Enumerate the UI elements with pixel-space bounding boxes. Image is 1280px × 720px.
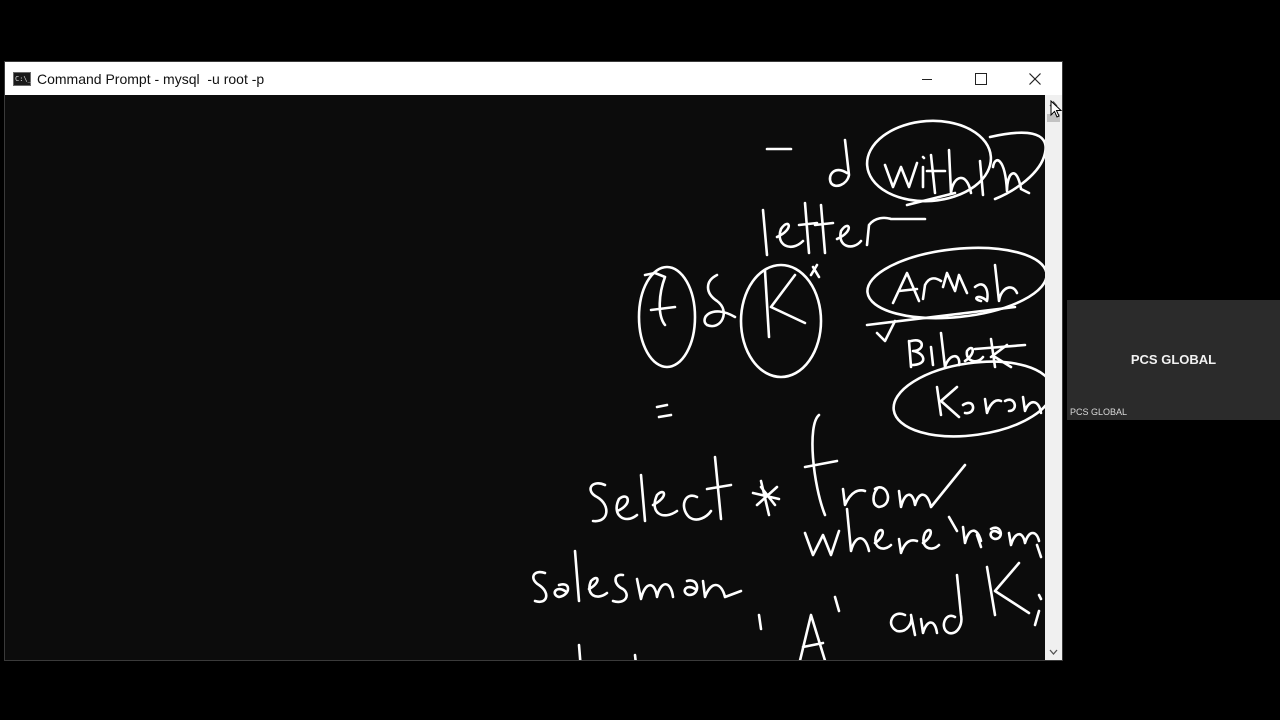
- chevron-down-icon: [1049, 649, 1058, 655]
- close-button[interactable]: [1008, 62, 1062, 95]
- cmd-icon: C:\_: [13, 71, 32, 86]
- participant-caption: PCS GLOBAL: [1070, 407, 1128, 417]
- handwritten-annotation: [532, 119, 1045, 660]
- minimize-icon: [922, 78, 932, 80]
- participant-video-tile[interactable]: PCS GLOBAL PCS GLOBAL: [1067, 300, 1280, 420]
- minimize-button[interactable]: [900, 62, 954, 95]
- screen: C:\_ Command Prompt - mysql -u root -p P…: [0, 0, 1280, 720]
- maximize-button[interactable]: [954, 62, 1008, 95]
- console-area[interactable]: [5, 95, 1045, 660]
- vertical-scrollbar[interactable]: [1045, 95, 1062, 660]
- title-bar[interactable]: C:\_ Command Prompt - mysql -u root -p: [5, 62, 1062, 95]
- maximize-icon: [975, 72, 987, 85]
- command-prompt-window[interactable]: C:\_ Command Prompt - mysql -u root -p: [4, 61, 1063, 661]
- mouse-cursor-icon: [1050, 100, 1063, 118]
- scroll-down-button[interactable]: [1045, 643, 1062, 660]
- window-controls: [900, 62, 1062, 95]
- close-icon: [1029, 72, 1041, 85]
- window-title: Command Prompt - mysql -u root -p: [37, 70, 265, 87]
- participant-name: PCS GLOBAL: [1130, 352, 1217, 367]
